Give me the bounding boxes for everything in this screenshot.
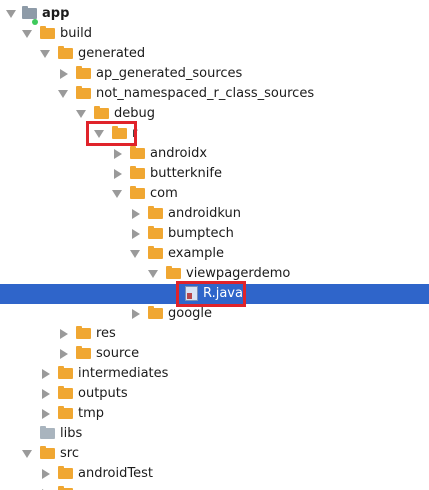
tree-item-r[interactable]: r (0, 124, 429, 144)
collapse-arrow-icon[interactable] (42, 409, 50, 419)
folder-icon (94, 106, 109, 119)
tree-item-label: res (96, 326, 116, 341)
tree-item-label: app (42, 6, 70, 21)
tree-item-build[interactable]: build (0, 24, 429, 44)
folder-icon (58, 386, 73, 399)
folder-icon (58, 406, 73, 419)
expand-arrow-icon[interactable] (130, 250, 140, 258)
expand-arrow-icon[interactable] (148, 270, 158, 278)
folder-icon (76, 346, 91, 359)
expand-arrow-icon[interactable] (94, 130, 104, 138)
folder-icon (58, 366, 73, 379)
folder-icon (112, 126, 127, 139)
folder-icon (76, 326, 91, 339)
tree-item-label: source (96, 346, 140, 361)
folder-icon (40, 446, 55, 459)
tree-item-androidkun[interactable]: androidkun (0, 204, 429, 224)
expand-arrow-icon[interactable] (112, 190, 122, 198)
tree-item-generated[interactable]: generated (0, 44, 429, 64)
tree-item-r-java[interactable]: R.java (0, 284, 429, 304)
tree-item-label: R.java (203, 286, 243, 301)
tree-item-ap-generated-sources[interactable]: ap_generated_sources (0, 64, 429, 84)
tree-item-google[interactable]: google (0, 304, 429, 324)
tree-item-not-namespaced-r-class-sources[interactable]: not_namespaced_r_class_sources (0, 84, 429, 104)
expand-arrow-icon[interactable] (40, 50, 50, 58)
folder-icon (130, 186, 145, 199)
expand-arrow-icon[interactable] (6, 10, 16, 18)
collapse-arrow-icon[interactable] (42, 389, 50, 399)
tree-item-label: generated (78, 46, 146, 61)
tree-item-label: example (168, 246, 224, 261)
tree-item-debug[interactable]: debug (0, 104, 429, 124)
tree-item-label: build (60, 26, 92, 41)
collapse-arrow-icon[interactable] (60, 329, 68, 339)
tree-item-label: com (150, 186, 178, 201)
tree-item-label: androidkun (168, 206, 241, 221)
expand-arrow-icon[interactable] (22, 30, 32, 38)
tree-item-source[interactable]: source (0, 344, 429, 364)
module-folder-icon (22, 6, 37, 19)
expand-arrow-icon[interactable] (76, 110, 86, 118)
tree-item-com[interactable]: com (0, 184, 429, 204)
folder-icon (130, 146, 145, 159)
folder-icon (76, 86, 91, 99)
tree-item-label: androidx (150, 146, 208, 161)
collapse-arrow-icon[interactable] (132, 209, 140, 219)
tree-item-viewpagerdemo[interactable]: viewpagerdemo (0, 264, 429, 284)
folder-icon (76, 66, 91, 79)
tree-item-label: r (132, 126, 138, 141)
collapse-arrow-icon[interactable] (60, 349, 68, 359)
folder-icon (148, 206, 163, 219)
tree-item-androidtest[interactable]: androidTest (0, 464, 429, 484)
expand-arrow-icon[interactable] (22, 450, 32, 458)
tree-item-label: google (168, 306, 213, 321)
folder-icon (130, 166, 145, 179)
tree-item-bumptech[interactable]: bumptech (0, 224, 429, 244)
tree-item-partial[interactable] (0, 484, 429, 490)
expand-arrow-icon[interactable] (58, 90, 68, 98)
tree-item-label: outputs (78, 386, 128, 401)
collapse-arrow-icon[interactable] (132, 229, 140, 239)
java-class-icon (185, 286, 198, 301)
tree-item-tmp[interactable]: tmp (0, 404, 429, 424)
folder-icon (148, 246, 163, 259)
tree-item-label: debug (114, 106, 155, 121)
folder-icon (148, 306, 163, 319)
tree-item-label: not_namespaced_r_class_sources (96, 86, 315, 101)
folder-icon (148, 226, 163, 239)
tree-item-libs[interactable]: libs (0, 424, 429, 444)
tree-item-butterknife[interactable]: butterknife (0, 164, 429, 184)
tree-item-res[interactable]: res (0, 324, 429, 344)
tree-item-label: bumptech (168, 226, 234, 241)
collapse-arrow-icon[interactable] (42, 469, 50, 479)
collapse-arrow-icon[interactable] (60, 69, 68, 79)
collapse-arrow-icon[interactable] (132, 309, 140, 319)
collapse-arrow-icon[interactable] (114, 149, 122, 159)
tree-item-label: tmp (78, 406, 105, 421)
tree-item-label: androidTest (78, 466, 153, 481)
tree-item-intermediates[interactable]: intermediates (0, 364, 429, 384)
tree-item-label: intermediates (78, 366, 169, 381)
collapse-arrow-icon[interactable] (114, 169, 122, 179)
collapse-arrow-icon[interactable] (42, 369, 50, 379)
tree-item-label: src (60, 446, 79, 461)
folder-icon (58, 466, 73, 479)
tree-item-label: ap_generated_sources (96, 66, 243, 81)
tree-item-outputs[interactable]: outputs (0, 384, 429, 404)
tree-item-example[interactable]: example (0, 244, 429, 264)
tree-item-label: viewpagerdemo (186, 266, 291, 281)
project-tree: app build generated ap_generated_sources… (0, 0, 429, 490)
tree-item-src[interactable]: src (0, 444, 429, 464)
tree-item-label: libs (60, 426, 83, 441)
folder-icon (166, 266, 181, 279)
folder-icon (40, 426, 55, 439)
folder-icon (58, 46, 73, 59)
folder-icon (40, 26, 55, 39)
tree-item-label: butterknife (150, 166, 222, 181)
tree-item-app[interactable]: app (0, 4, 429, 25)
tree-item-androidx[interactable]: androidx (0, 144, 429, 164)
